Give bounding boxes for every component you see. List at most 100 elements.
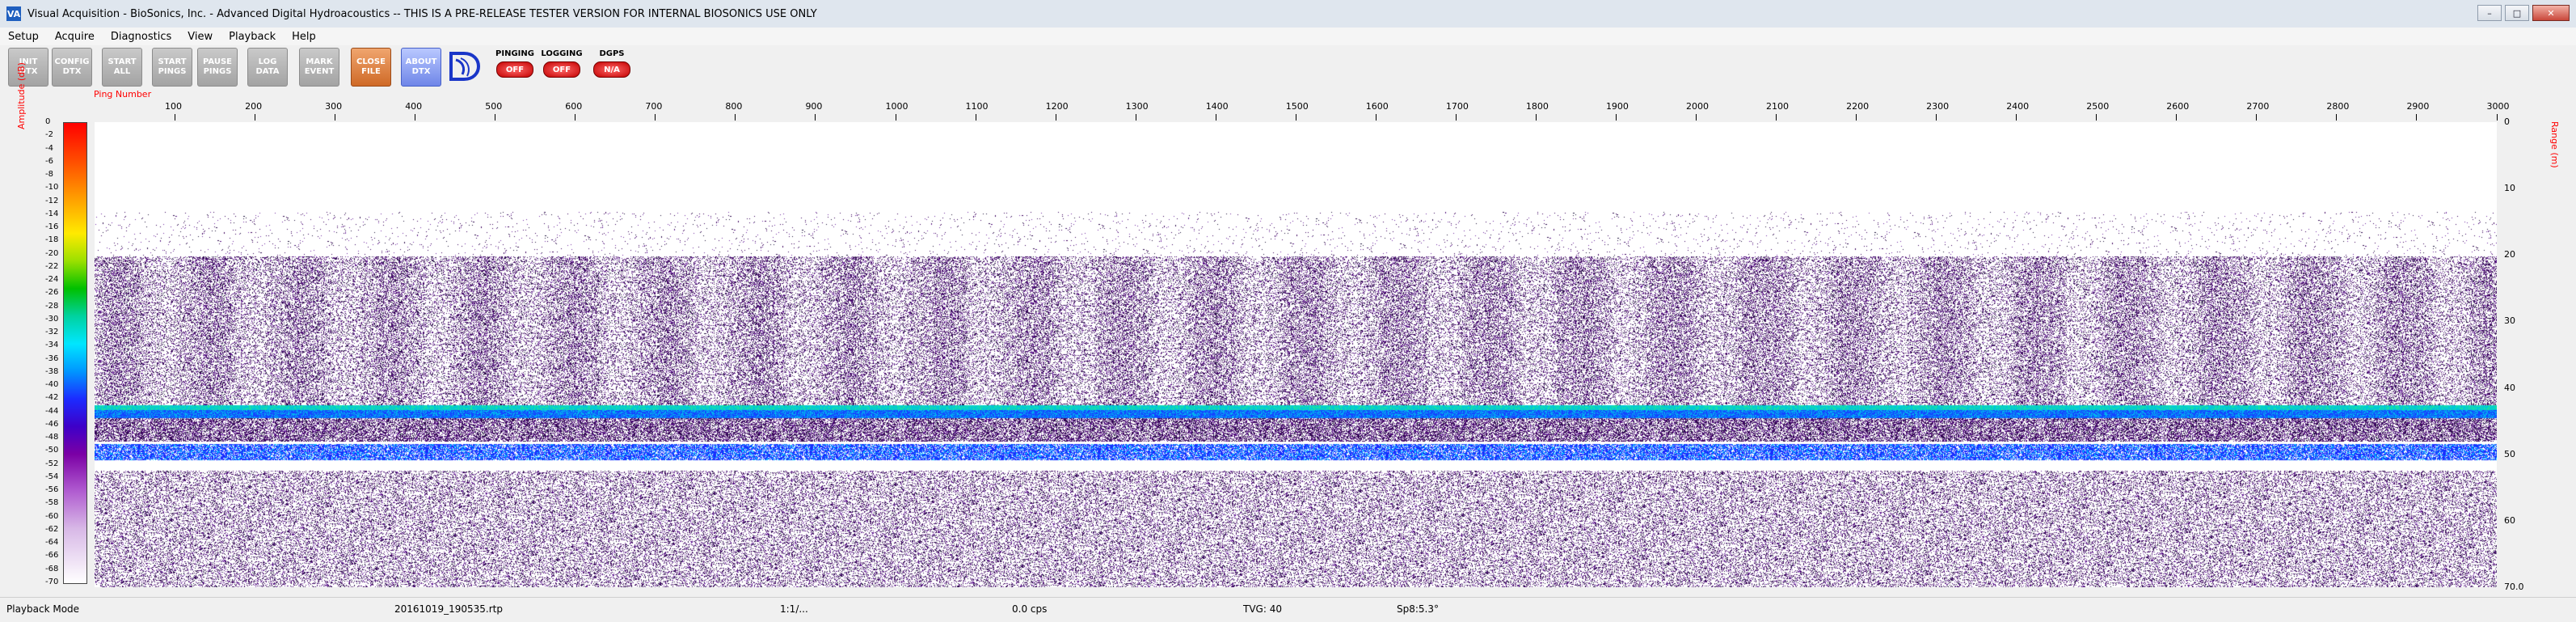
ping-tick-label: 1300 (1125, 101, 1149, 112)
ping-tick-mark (2256, 114, 2258, 121)
ping-tick-mark (1936, 114, 1937, 121)
title-bar: VA Visual Acquisition - BioSonics, Inc. … (0, 0, 2576, 28)
colorbar-tick-label: -52 (45, 459, 59, 468)
colorbar-tick-label: -6 (45, 156, 53, 166)
maximize-button[interactable]: □ (2505, 5, 2529, 21)
menu-view[interactable]: View (179, 31, 221, 43)
echogram-canvas[interactable] (95, 122, 2497, 587)
ping-tick-label: 1200 (1045, 101, 1069, 112)
ping-tick-label: 2000 (1686, 101, 1709, 112)
ping-tick-mark (1856, 114, 1857, 121)
window-title: Visual Acquisition - BioSonics, Inc. - A… (27, 7, 817, 20)
mark-event-button[interactable]: MARK EVENT (299, 48, 339, 87)
colorbar-tick-label: -40 (45, 380, 59, 390)
ping-tick-label: 300 (325, 101, 343, 112)
logging-lamp: OFF (543, 61, 580, 78)
colorbar-tick-label: -16 (45, 222, 59, 232)
about-dtx-button[interactable]: ABOUT DTX (401, 48, 441, 87)
minimize-button[interactable]: – (2477, 5, 2502, 21)
config-dtx-button[interactable]: CONFIG DTX (52, 48, 92, 87)
ping-tick-label: 2500 (2086, 101, 2110, 112)
ping-tick-label: 900 (805, 101, 823, 112)
close-file-button[interactable]: CLOSE FILE (351, 48, 391, 87)
menu-acquire[interactable]: Acquire (47, 31, 103, 43)
status-file: 20161019_190535.rtp (394, 603, 503, 615)
colorbar-tick-label: -14 (45, 209, 59, 218)
pinging-indicator: PINGING OFF (493, 48, 537, 85)
colorbar-tick-label: -10 (45, 183, 59, 193)
start-all-button[interactable]: START ALL (102, 48, 142, 87)
range-tick-label: 10 (2504, 183, 2515, 194)
status-sp: Sp8:5.3° (1397, 603, 1439, 615)
pause-pings-button[interactable]: PAUSE PINGS (197, 48, 238, 87)
ping-tick-label: 2800 (2326, 101, 2350, 112)
pinging-label: PINGING (495, 49, 534, 58)
ping-tick-mark (1455, 114, 1457, 121)
colorbar-tick-label: -44 (45, 406, 59, 416)
colorbar-tick-label: -32 (45, 328, 59, 337)
ping-tick-label: 2300 (1926, 101, 1950, 112)
ping-tick-label: 2400 (2006, 101, 2030, 112)
menu-diagnostics[interactable]: Diagnostics (103, 31, 179, 43)
ping-tick-label: 500 (485, 101, 503, 112)
colorbar-tick-label: -66 (45, 551, 59, 561)
ping-tick-label: 1100 (965, 101, 989, 112)
log-data-button[interactable]: LOG DATA (247, 48, 288, 87)
app-icon: VA (6, 6, 21, 21)
ping-tick-label: 2600 (2166, 101, 2190, 112)
status-mode: Playback Mode (6, 603, 80, 615)
menu-setup[interactable]: Setup (0, 31, 47, 43)
ping-tick-label: 700 (645, 101, 663, 112)
ping-tick-mark (1696, 114, 1697, 121)
colorbar-tick-label: -36 (45, 353, 59, 363)
ping-tick-mark (735, 114, 736, 121)
colorbar-tick-label: -2 (45, 130, 53, 140)
status-rate: 0.0 cps (1012, 603, 1048, 615)
init-dtx-button[interactable]: INIT DTX (8, 48, 48, 87)
range-tick-label: 50 (2504, 448, 2515, 459)
colorbar-tick-label: -22 (45, 261, 59, 271)
range-tick-label: 70.0 (2504, 582, 2524, 592)
ping-tick-label: 3000 (2486, 101, 2510, 112)
colorbar-tick-label: -68 (45, 564, 59, 573)
colorbar-tick-label: -42 (45, 393, 59, 403)
ping-tick-mark (2496, 114, 2498, 121)
ping-axis-title: Ping Number (94, 89, 152, 99)
ping-tick-label: 2200 (1846, 101, 1870, 112)
range-tick-label: 40 (2504, 382, 2515, 393)
ping-tick-label: 800 (725, 101, 743, 112)
colorbar-tick-label: -4 (45, 143, 53, 153)
start-pings-button[interactable]: START PINGS (152, 48, 192, 87)
range-tick-label: 20 (2504, 249, 2515, 260)
colorbar-tick-label: -30 (45, 314, 59, 324)
ping-tick-mark (2016, 114, 2017, 121)
colorbar-tick-label: -28 (45, 301, 59, 311)
amplitude-colorbar (63, 122, 87, 584)
ping-tick-mark (815, 114, 816, 121)
menu-help[interactable]: Help (284, 31, 324, 43)
pinging-lamp: OFF (496, 61, 533, 78)
ping-tick-label: 1500 (1285, 101, 1309, 112)
ping-tick-mark (655, 114, 656, 121)
colorbar-tick-label: -24 (45, 275, 59, 285)
colorbar-tick-label: -46 (45, 419, 59, 429)
ping-tick-label: 1700 (1445, 101, 1469, 112)
ping-tick-label: 1600 (1365, 101, 1389, 112)
colorbar-tick-label: -20 (45, 248, 59, 258)
ping-tick-label: 400 (405, 101, 423, 112)
ping-tick-mark (2096, 114, 2097, 121)
range-tick-label: 0 (2504, 116, 2510, 127)
menu-playback[interactable]: Playback (221, 31, 284, 43)
window-controls: – □ ✕ (2477, 5, 2570, 21)
ping-tick-label: 1000 (885, 101, 909, 112)
colorbar-tick-label: 0 (45, 117, 51, 126)
ping-tick-label: 600 (565, 101, 583, 112)
logging-label: LOGGING (541, 49, 583, 58)
close-button[interactable]: ✕ (2532, 5, 2570, 21)
status-tvg: TVG: 40 (1243, 603, 1282, 615)
dgps-indicator: DGPS N/A (590, 48, 634, 85)
ping-tick-mark (2416, 114, 2418, 121)
ping-tick-label: 200 (245, 101, 263, 112)
ping-tick-mark (1776, 114, 1777, 121)
ping-tick-label: 1800 (1525, 101, 1549, 112)
